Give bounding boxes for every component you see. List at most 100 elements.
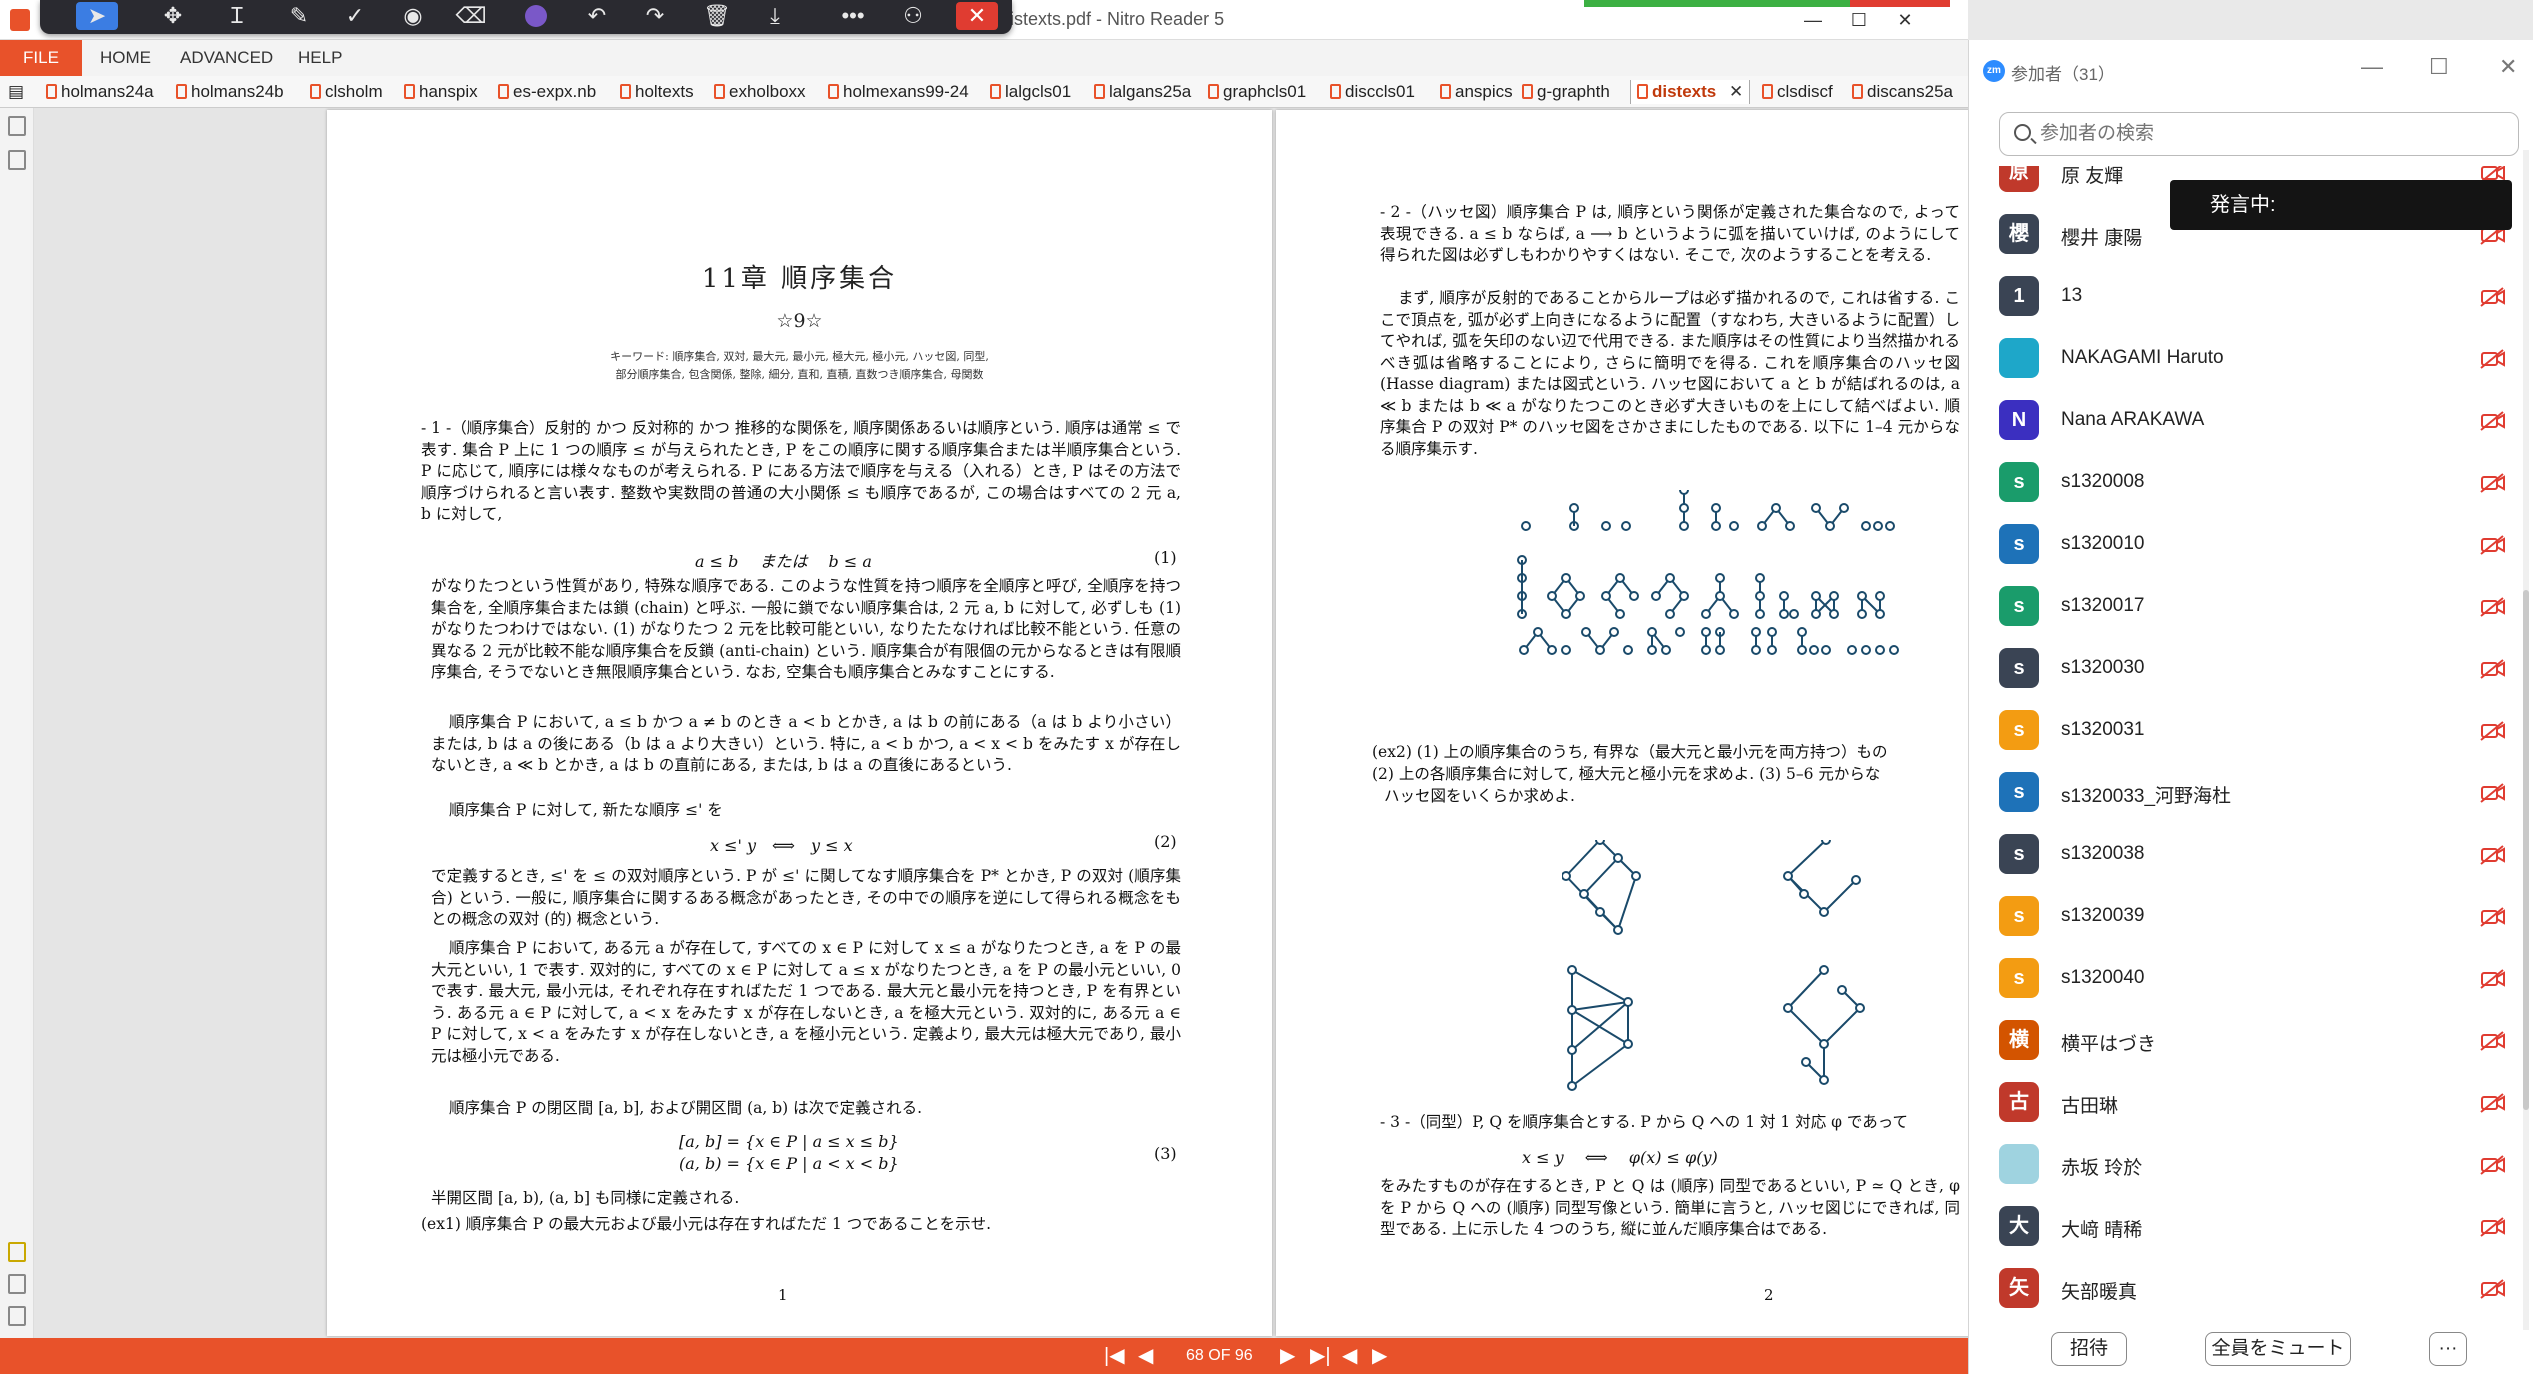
panel-maximize-icon[interactable]: ☐ [2429,54,2449,80]
minimize-icon[interactable]: — [1790,6,1836,34]
tab-holmans24b[interactable]: holmans24b [176,80,284,104]
text-cursor-icon[interactable]: Ｉ [216,2,258,30]
tab-anspics[interactable]: anspics [1440,80,1513,104]
tab-lalgans25a[interactable]: lalgans25a [1094,80,1191,104]
tab-holmexans99-24[interactable]: holmexans99-24 [828,80,969,104]
trash-icon[interactable]: 🗑 [696,2,738,30]
move-icon[interactable]: ✥ [152,2,194,30]
participant-row[interactable]: 矢 矢部暖真 [1969,1258,2533,1320]
page-indicator[interactable]: 68 OF 96 [1186,1342,1253,1370]
more-options-button[interactable]: ··· [2429,1332,2467,1366]
participant-row[interactable]: N Nana ARAKAWA [1969,390,2533,452]
participant-row[interactable]: 赤坂 玲於 [1969,1134,2533,1196]
tab-close-icon[interactable]: ✕ [1729,82,1743,101]
save-icon[interactable]: ⤓ [754,2,796,30]
tab-hanspix[interactable]: hanspix [404,80,478,104]
undo-icon[interactable]: ↶ [576,2,618,30]
participant-list[interactable]: 原 原 友輝櫻 櫻井 康陽 1 13 NAKAGAMI Haruto N Nana ARAKA… [1969,166,2533,1340]
video-off-icon[interactable] [2480,844,2506,866]
video-off-icon[interactable] [2480,906,2506,928]
video-off-icon[interactable] [2480,596,2506,618]
scroll-thumb[interactable] [2523,590,2529,1110]
close-toolbar-icon[interactable]: ✕ [956,2,998,30]
participant-row[interactable]: NAKAGAMI Haruto [1969,328,2533,390]
tab-clsholm[interactable]: clsholm [310,80,383,104]
video-off-icon[interactable] [2480,286,2506,308]
participant-row[interactable]: s s1320031 [1969,700,2533,762]
participant-row[interactable]: s s1320008 [1969,452,2533,514]
tab-exholboxx[interactable]: exholboxx [714,80,806,104]
output-panel-icon[interactable] [8,1306,26,1326]
document-viewer[interactable]: 11章 順序集合 ☆9☆ キーワード: 順序集合, 双対, 最大元, 最小元, … [34,108,1968,1338]
stamp-icon[interactable]: ◉ [392,2,434,30]
participant-row[interactable]: s s1320033_河野海杜 [1969,762,2533,824]
mute-all-button[interactable]: 全員をミュート [2205,1332,2351,1366]
participant-row[interactable]: s s1320010 [1969,514,2533,576]
menu-help[interactable]: HELP [298,40,342,76]
attachments-panel-icon[interactable] [8,1274,26,1294]
eraser-icon[interactable]: ⌫ [450,2,492,30]
video-off-icon[interactable] [2480,1216,2506,1238]
pointer-icon[interactable]: ➤ [76,2,118,30]
comments-panel-icon[interactable] [8,1242,26,1262]
search-panel-icon[interactable] [8,150,26,170]
first-page-button[interactable]: |◀ [1104,1342,1125,1370]
participants-icon[interactable]: ⚇ [892,2,934,30]
panel-close-icon[interactable]: ✕ [2499,54,2517,80]
video-off-icon[interactable] [2480,968,2506,990]
participant-row[interactable]: 1 13 [1969,266,2533,328]
video-off-icon[interactable] [2480,410,2506,432]
video-off-icon[interactable] [2480,1278,2506,1300]
participant-row[interactable]: 大 大﨑 晴稀 [1969,1196,2533,1258]
menu-advanced[interactable]: ADVANCED [180,40,273,76]
video-off-icon[interactable] [2480,348,2506,370]
close-icon[interactable]: ✕ [1882,6,1928,34]
tab-disccls01[interactable]: disccls01 [1330,80,1415,104]
redo-icon[interactable]: ↷ [634,2,676,30]
participant-row[interactable]: s s1320040 [1969,948,2533,1010]
video-off-icon[interactable] [2480,658,2506,680]
participant-row[interactable]: s s1320038 [1969,824,2533,886]
participant-row[interactable]: 横 横平はづき [1969,1010,2533,1072]
tab-distexts[interactable]: distexts ✕ [1630,80,1751,104]
participant-row[interactable]: s s1320017 [1969,576,2533,638]
participant-row[interactable]: s s1320030 [1969,638,2533,700]
more-icon[interactable]: ••• [832,2,874,30]
video-off-icon[interactable] [2480,472,2506,494]
panel-minimize-icon[interactable]: — [2361,54,2383,80]
pages-panel-icon[interactable] [8,116,26,136]
participants-footer: 招待 全員をミュート ··· [1969,1330,2533,1374]
last-page-button[interactable]: ▶| [1310,1342,1331,1370]
check-icon[interactable]: ✓ [334,2,376,30]
participant-scrollbar[interactable] [2523,150,2529,1330]
participant-search[interactable] [1999,112,2519,156]
tab-holmans24a[interactable]: holmans24a [46,80,154,104]
tab-list-icon[interactable]: ▤ [8,80,24,104]
invite-button[interactable]: 招待 [2051,1332,2127,1366]
menu-home[interactable]: HOME [100,40,151,76]
participant-row[interactable]: s s1320039 [1969,886,2533,948]
tab-es-expx[interactable]: es-expx.nb [498,80,596,104]
prev-page-button[interactable]: ◀ [1138,1342,1153,1370]
video-off-icon[interactable] [2480,1092,2506,1114]
video-off-icon[interactable] [2480,720,2506,742]
video-off-icon[interactable] [2480,782,2506,804]
pen-icon[interactable]: ✎ [278,2,320,30]
forward-view-icon[interactable]: ▶ [1372,1342,1387,1370]
tab-g-graphth[interactable]: g-graphth [1522,80,1610,104]
video-off-icon[interactable] [2480,534,2506,556]
participant-row[interactable]: 古 古田琳 [1969,1072,2533,1134]
next-page-button[interactable]: ▶ [1280,1342,1295,1370]
search-input[interactable] [2040,119,2510,149]
video-off-icon[interactable] [2480,1030,2506,1052]
back-view-icon[interactable]: ◀ [1342,1342,1357,1370]
color-picker-icon[interactable] [515,2,557,30]
tab-lalgcls01[interactable]: lalgcls01 [990,80,1071,104]
maximize-icon[interactable]: ☐ [1836,6,1882,34]
video-off-icon[interactable] [2480,1154,2506,1176]
tab-clsdiscf[interactable]: clsdiscf [1762,80,1833,104]
tab-holtexts[interactable]: holtexts [620,80,694,104]
tab-discans25a[interactable]: discans25a [1852,80,1953,104]
tab-graphcls01[interactable]: graphcls01 [1208,80,1306,104]
menu-file[interactable]: FILE [0,40,82,76]
